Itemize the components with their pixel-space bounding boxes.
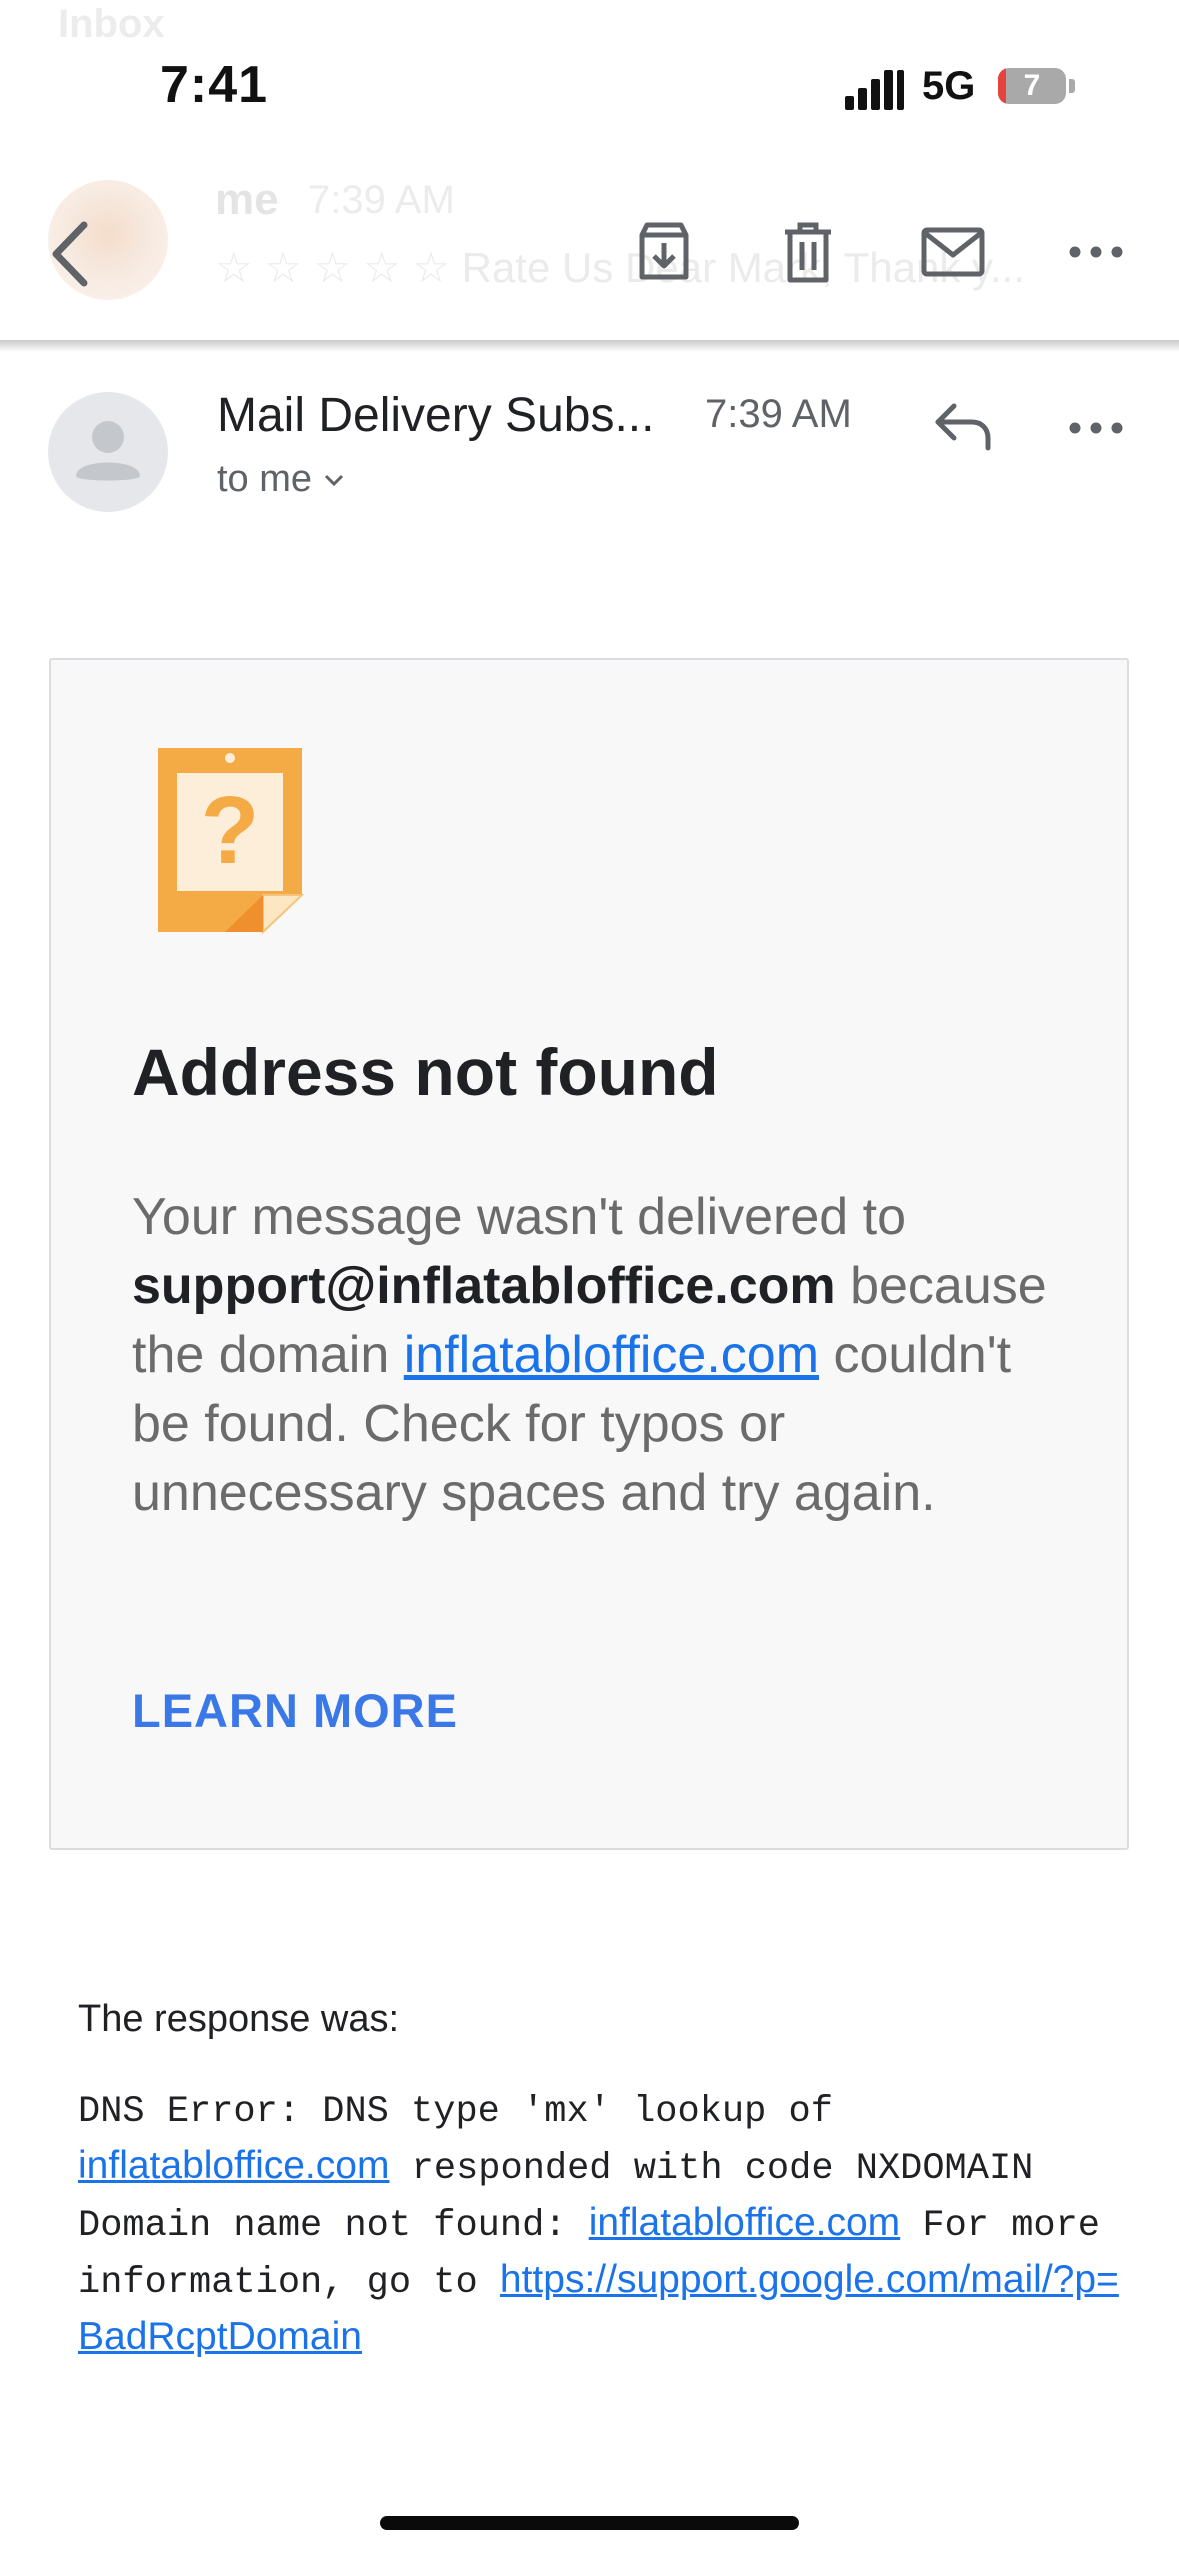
cellular-signal-icon	[845, 66, 905, 110]
mark-unread-button[interactable]	[908, 210, 998, 294]
delete-button[interactable]	[766, 210, 850, 294]
learn-more-link[interactable]: LEARN MORE	[132, 1683, 458, 1738]
back-button[interactable]	[30, 204, 110, 304]
domain-link-1[interactable]: inflatabloffice.com	[78, 2144, 389, 2187]
person-icon	[76, 421, 140, 481]
sender-avatar	[48, 392, 168, 512]
back-chevron-icon	[52, 221, 88, 287]
reply-button[interactable]	[918, 386, 1008, 466]
card-body: Your message wasn't delivered to support…	[132, 1183, 1082, 1528]
ghost-inbox-title: Inbox	[58, 2, 165, 46]
domain-link[interactable]: inflatabloffice.com	[404, 1326, 819, 1384]
toolbar-shadow	[0, 340, 1179, 352]
status-time: 7:41	[160, 56, 269, 114]
response-label: The response was:	[78, 1998, 400, 2040]
recipient-details-toggle[interactable]: to me	[217, 458, 344, 501]
message-toolbar	[0, 150, 1179, 346]
message-time: 7:39 AM	[705, 392, 852, 436]
svg-text:?: ?	[201, 777, 260, 884]
more-options-button[interactable]	[1054, 212, 1138, 292]
battery-level: 7	[1023, 69, 1041, 102]
more-icon	[1069, 422, 1123, 434]
response-line-1: DNS Error: DNS type 'mx' lookup of	[78, 2091, 833, 2133]
archive-button[interactable]	[622, 210, 706, 294]
reply-icon	[935, 403, 991, 451]
raw-response: DNS Error: DNS type 'mx' lookup of infla…	[78, 2086, 1138, 2367]
domain-link-2[interactable]: inflatabloffice.com	[589, 2201, 900, 2244]
mark-unread-icon	[921, 227, 985, 277]
more-icon	[1069, 246, 1123, 258]
network-type: 5G	[922, 64, 976, 108]
battery-icon: 7	[998, 68, 1066, 104]
home-indicator	[380, 2516, 799, 2530]
failed-address: support@inflatabloffice.com	[132, 1257, 836, 1315]
sender-name: Mail Delivery Subs...	[217, 389, 655, 442]
recipient-label: to me	[217, 458, 313, 500]
archive-icon	[639, 222, 689, 280]
chevron-down-icon	[324, 474, 344, 486]
message-more-button[interactable]	[1054, 388, 1138, 468]
battery-cap	[1069, 79, 1075, 93]
card-title: Address not found	[132, 1035, 719, 1109]
trash-icon	[785, 222, 831, 283]
body-text-1: Your message wasn't delivered to	[132, 1188, 907, 1246]
question-note-icon: ?	[158, 748, 305, 935]
